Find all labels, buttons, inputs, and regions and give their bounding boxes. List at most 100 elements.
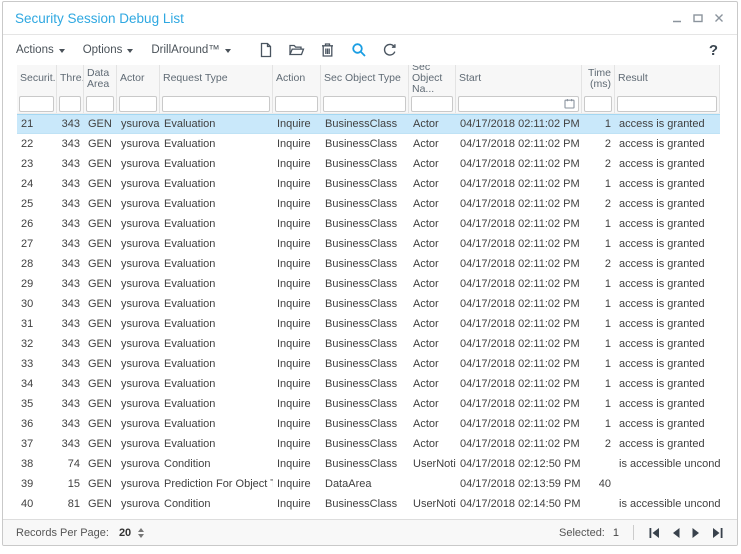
cell-sec_object_name: Actor [413,298,439,310]
last-page-icon[interactable] [711,527,724,539]
maximize-icon[interactable] [692,12,704,24]
filter-cell-action [273,92,320,113]
filter-input-action[interactable] [275,95,318,112]
table-row[interactable]: 26 343 GEN ysurova Evaluation Inquire Business… [17,214,720,234]
table-row[interactable]: 31 343 GEN ysurova Evaluation Inquire Business… [17,314,720,334]
filter-input-thread[interactable] [59,95,81,112]
column-header-action[interactable]: Action [273,65,320,92]
table-row[interactable]: 28 343 GEN ysurova Evaluation Inquire Business… [17,254,720,274]
table-row[interactable]: 21 343 GEN ysurova Evaluation Inquire Business… [17,114,720,134]
table-row[interactable]: 30 343 GEN ysurova Evaluation Inquire Business… [17,294,720,314]
drillaround-menu-label: DrillAround™ [151,44,220,56]
cell-data_area: GEN [88,418,112,430]
table-row[interactable]: 25 343 GEN ysurova Evaluation Inquire Business… [17,194,720,214]
table-row[interactable]: 40 81 GEN ysurova Condition Inquire BusinessCl… [17,494,720,514]
open-folder-icon[interactable] [288,41,306,59]
next-page-icon[interactable] [691,527,701,539]
cell-data_area: GEN [88,258,112,270]
table-row[interactable]: 39 15 GEN ysurova Prediction For Object Type… [17,474,720,494]
cell-data_area: GEN [88,358,112,370]
cell-request_type: Evaluation [164,438,216,450]
previous-page-icon[interactable] [671,527,681,539]
column-header-start[interactable]: Start [456,65,581,92]
table-header: Securit...Thre...Data AreaActorRequest T… [17,65,720,114]
cell-security: 40 [21,498,34,510]
column-header-sec_object_type[interactable]: Sec Object Type [321,65,408,92]
table-row[interactable]: 32 343 GEN ysurova Evaluation Inquire Business… [17,334,720,354]
new-document-icon[interactable] [257,41,275,59]
filter-input-security[interactable] [19,95,54,112]
column-header-security[interactable]: Securit... [17,65,56,92]
cell-action: Inquire [277,218,311,230]
cell-start: 04/17/2018 02:11:02 PM [460,418,580,430]
cell-data_area: GEN [88,278,112,290]
filter-input-start[interactable] [458,95,579,112]
column-header-result[interactable]: Result [615,65,719,92]
cell-request_type: Evaluation [164,178,216,190]
cell-thread: 343 [61,338,80,350]
records-per-page-value[interactable]: 20 [119,527,131,539]
table-row[interactable]: 35 343 GEN ysurova Evaluation Inquire Business… [17,394,720,414]
table-row[interactable]: 29 343 GEN ysurova Evaluation Inquire Business… [17,274,720,294]
cell-sec_object_type: BusinessClass [325,238,398,250]
records-per-page-stepper[interactable] [138,527,145,538]
cell-time_ms: 2 [604,198,611,210]
cell-result: access is granted [619,118,705,130]
filter-input-time_ms[interactable] [584,95,612,112]
cell-action: Inquire [277,398,311,410]
actions-menu[interactable]: Actions [16,44,65,56]
table-row[interactable]: 37 343 GEN ysurova Evaluation Inquire Business… [17,434,720,454]
column-header-request_type[interactable]: Request Type [160,65,272,92]
column-header-data_area[interactable]: Data Area [84,65,116,92]
cell-sec_object_name: Actor [413,278,439,290]
filter-input-result[interactable] [617,95,717,112]
cell-security: 29 [21,278,34,290]
cell-actor: ysurova [121,258,160,270]
delete-icon[interactable] [319,41,337,59]
column-header-thread[interactable]: Thre... [57,65,83,92]
cell-sec_object_name: Actor [413,378,439,390]
cell-sec_object_type: BusinessClass [325,298,398,310]
minimize-icon[interactable] [671,12,683,24]
table-row[interactable]: 27 343 GEN ysurova Evaluation Inquire Business… [17,234,720,254]
cell-data_area: GEN [88,318,112,330]
cell-time_ms: 1 [604,238,611,250]
options-menu[interactable]: Options [83,44,134,56]
close-icon[interactable] [713,12,725,24]
table-row[interactable]: 36 343 GEN ysurova Evaluation Inquire Business… [17,414,720,434]
filter-input-sec_object_name[interactable] [411,95,453,112]
column-header-time_ms[interactable]: Time (ms) [582,65,614,92]
cell-sec_object_name: Actor [413,318,439,330]
filter-cell-result [615,92,719,113]
cell-result: access is granted [619,338,705,350]
cell-sec_object_type: BusinessClass [325,218,398,230]
filter-input-request_type[interactable] [162,95,270,112]
drillaround-menu[interactable]: DrillAround™ [151,44,231,56]
cell-start: 04/17/2018 02:11:02 PM [460,358,580,370]
cell-action: Inquire [277,498,311,510]
filter-input-data_area[interactable] [86,95,114,112]
table-row[interactable]: 33 343 GEN ysurova Evaluation Inquire Business… [17,354,720,374]
table-row[interactable]: 38 74 GEN ysurova Condition Inquire BusinessCl… [17,454,720,474]
table-row[interactable]: 24 343 GEN ysurova Evaluation Inquire Business… [17,174,720,194]
column-header-sec_object_name[interactable]: Sec Object Na... [409,65,455,92]
filter-input-sec_object_type[interactable] [323,95,406,112]
column-header-actor[interactable]: Actor [117,65,159,92]
table-row[interactable]: 23 343 GEN ysurova Evaluation Inquire Business… [17,154,720,174]
help-button[interactable]: ? [709,42,724,59]
filter-input-actor[interactable] [119,95,157,112]
cell-request_type: Evaluation [164,198,216,210]
search-icon[interactable] [350,41,368,59]
cell-time_ms: 40 [598,478,611,490]
cell-sec_object_type: BusinessClass [325,458,398,470]
cell-sec_object_type: BusinessClass [325,258,398,270]
stepper-down-icon[interactable] [138,533,145,538]
stepper-up-icon[interactable] [138,527,145,532]
cell-time_ms: 1 [604,318,611,330]
filter-cell-data_area [84,92,116,113]
first-page-icon[interactable] [648,527,661,539]
table-row[interactable]: 34 343 GEN ysurova Evaluation Inquire Business… [17,374,720,394]
cell-action: Inquire [277,258,311,270]
refresh-icon[interactable] [381,41,399,59]
table-row[interactable]: 22 343 GEN ysurova Evaluation Inquire Business… [17,134,720,154]
